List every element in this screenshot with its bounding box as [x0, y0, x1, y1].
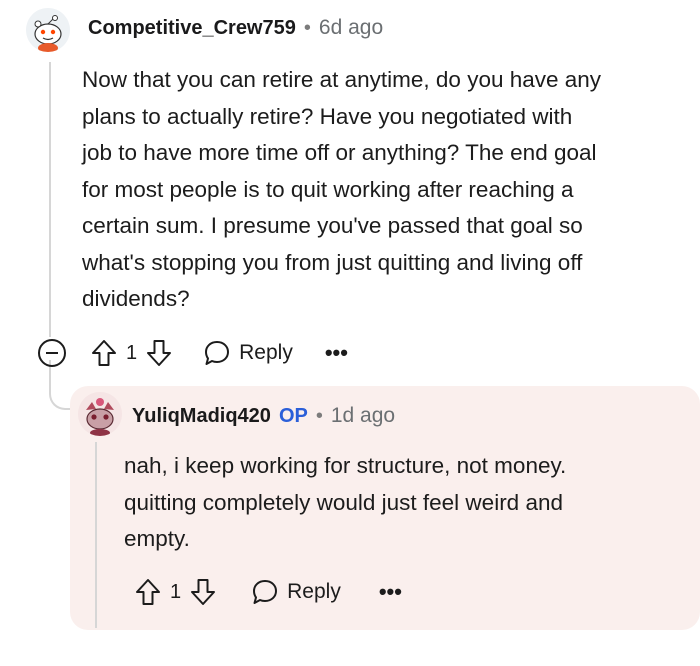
comment-text-line: what's stopping you from just quitting a… [82, 249, 583, 275]
reply-label: Reply [239, 341, 293, 364]
comment-text-line: Now that you can retire at anytime, do y… [82, 67, 602, 92]
downvote-icon[interactable] [145, 338, 173, 368]
comment-text-line: dividends? [82, 286, 190, 311]
timestamp: 6d ago [318, 16, 384, 39]
more-options-icon[interactable]: ••• [325, 340, 348, 366]
comment-bubble-icon [253, 580, 278, 604]
comment-bubble-icon [205, 341, 230, 365]
reply-button[interactable]: Reply [203, 339, 293, 367]
snoo-avatar-icon [78, 392, 122, 436]
vote-count: 1 [126, 341, 138, 364]
comment-text-line: job to have more time off or anything? T… [82, 140, 597, 165]
thread-line[interactable] [49, 62, 51, 337]
reply-actions: 1 Reply ••• [134, 575, 402, 609]
reply-text-line: empty. [124, 526, 190, 551]
reply-text-line: nah, i keep working for structure, not m… [124, 453, 567, 478]
reply-label: Reply [287, 580, 341, 603]
vote-count: 1 [170, 580, 182, 603]
username[interactable]: Competitive_Crew759 [88, 17, 296, 40]
username[interactable]: YuliqMadiq420 [132, 405, 271, 428]
op-badge: OP [278, 404, 308, 427]
reply-user-avatar[interactable] [78, 392, 122, 436]
reply-button[interactable]: Reply [251, 578, 341, 606]
comment-actions: 1 Reply ••• [38, 336, 348, 370]
snoo-avatar-icon [26, 8, 70, 52]
comment-text-line: certain sum. I presume you've passed tha… [82, 213, 583, 238]
reply-body: nah, i keep working for structure, not m… [124, 448, 684, 558]
separator-dot: • [315, 404, 323, 427]
comment: Competitive_Crew759 • 6d ago Now that yo… [0, 0, 700, 410]
reply-text-line: quitting completely would just feel weir… [124, 489, 563, 515]
user-avatar[interactable] [26, 8, 70, 52]
upvote-icon[interactable] [90, 338, 118, 368]
comment-text-line: for most people is to quit working after… [82, 176, 574, 202]
comment-body: Now that you can retire at anytime, do y… [82, 62, 682, 318]
more-options-icon[interactable]: ••• [379, 579, 402, 605]
reply-header: YuliqMadiq420 OP • 1d ago [132, 402, 395, 430]
timestamp: 1d ago [330, 404, 396, 427]
downvote-icon[interactable] [189, 577, 217, 607]
upvote-icon[interactable] [134, 577, 162, 607]
comment-text-line: plans to actually retire? Have you negot… [82, 103, 573, 129]
separator-dot: • [303, 16, 311, 39]
comment-header: Competitive_Crew759 • 6d ago [88, 14, 383, 42]
collapse-icon[interactable] [38, 339, 66, 367]
reply-thread-line[interactable] [95, 442, 97, 628]
